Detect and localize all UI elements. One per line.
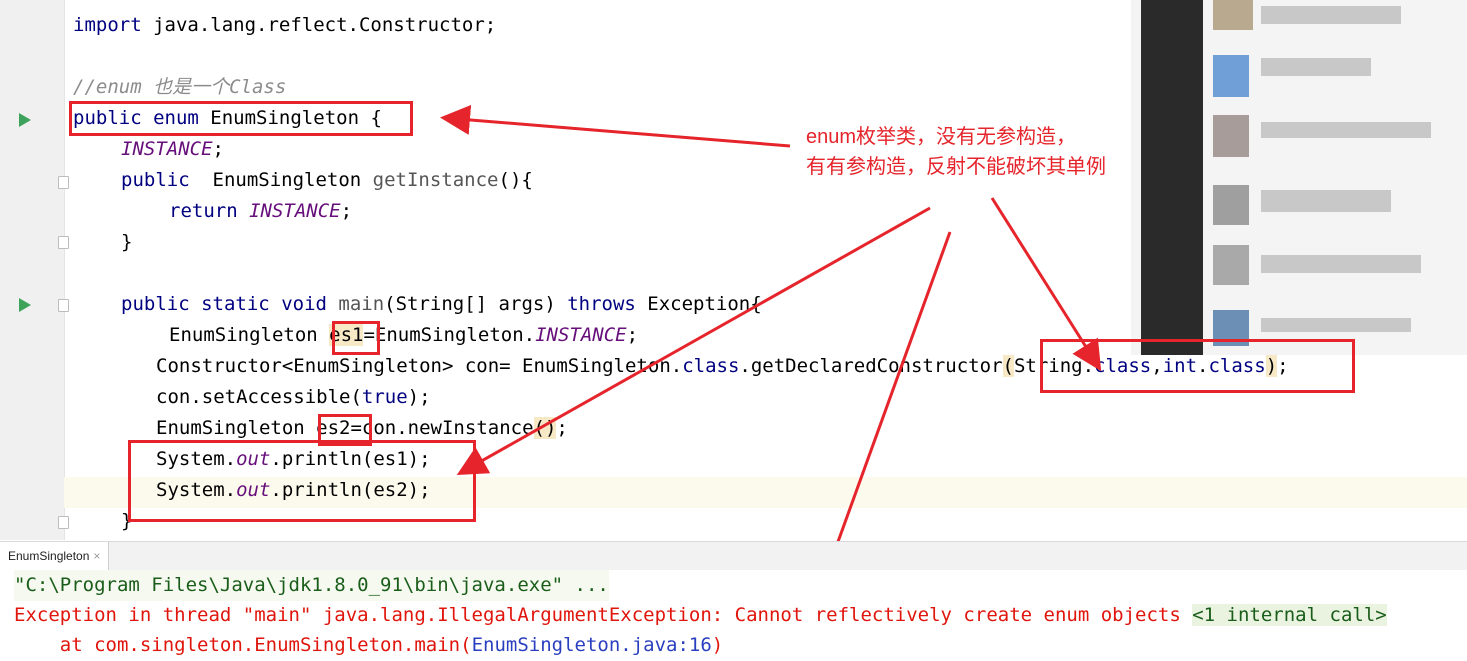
close-icon[interactable]: ×	[93, 549, 100, 563]
run-tab-label: EnumSingleton	[8, 549, 90, 563]
arrow-to-constructor-args	[990, 197, 1102, 372]
console-exception-line: Exception in thread "main" java.lang.Ill…	[14, 604, 1387, 626]
arrow-to-exception	[816, 231, 952, 592]
run-tab-enumsingleton[interactable]: EnumSingleton ×	[0, 542, 110, 570]
arrow-to-println	[456, 206, 931, 475]
arrow-to-enum-decl	[440, 104, 791, 148]
console-stack-line: at com.singleton.EnumSingleton.main(Enum…	[14, 634, 724, 656]
console-command-line: "C:\Program Files\Java\jdk1.8.0_91\bin\j…	[14, 570, 609, 601]
internal-call-link[interactable]: <1 internal call>	[1192, 604, 1387, 626]
run-panel-header: EnumSingleton ×	[0, 541, 1467, 571]
stack-trace-link[interactable]: EnumSingleton.java:16	[472, 634, 712, 656]
run-console[interactable]: "C:\Program Files\Java\jdk1.8.0_91\bin\j…	[0, 570, 1467, 656]
